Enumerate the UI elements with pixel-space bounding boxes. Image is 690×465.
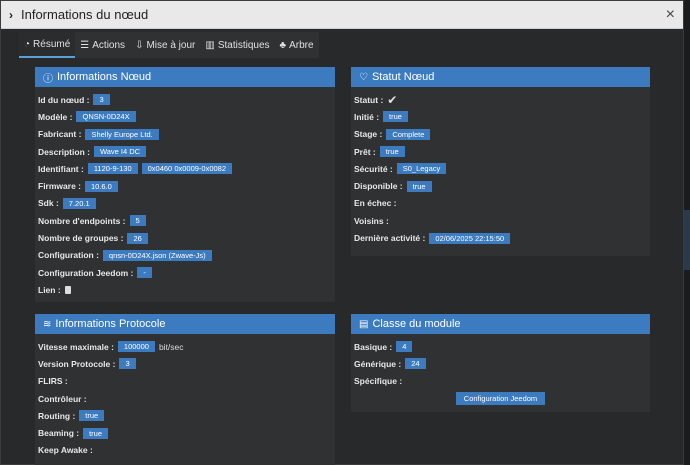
row-flirs: FLIRS :: [38, 376, 68, 387]
modal-title: Informations du nœud: [21, 7, 149, 22]
value-badge: 5: [129, 215, 146, 227]
modal-titlebar: › Informations du nœud ×: [1, 1, 683, 29]
row-model: Modèle : QNSN-0D24X: [38, 108, 332, 125]
tab-actions[interactable]: ☰ Actions: [75, 32, 130, 58]
download-icon: ⇩: [135, 39, 144, 51]
module-class-panel: ▤ Classe du module Basique :4 Générique …: [351, 314, 650, 412]
row-failed: En échec :: [354, 198, 397, 209]
value-badge: true: [83, 427, 109, 439]
value-badge: 26: [127, 232, 148, 244]
row-identifier: Identifiant :1120-9-130 0x0460 0x0009-0x0…: [38, 160, 332, 177]
value-badge: Shelly Europe Ltd.: [85, 128, 159, 140]
value-badge: Complete: [386, 128, 431, 140]
node-info-modal: › Informations du nœud × ◔ Résumé ☰ Acti…: [0, 0, 684, 465]
row-configuration: Configuration : qnsn-0D24X.json (Zwave-Js…: [38, 247, 332, 264]
panel-header: ≋ Informations Protocole: [35, 314, 335, 334]
value-badge: 1120-9-130: [87, 163, 138, 175]
wifi-icon: ≋: [43, 318, 52, 330]
value-badge: true: [79, 410, 105, 422]
info-icon: ⓘ: [43, 73, 53, 85]
panel-header: ⓘ Informations Nœud: [35, 67, 335, 87]
value-badge: QNSN-0D24X: [76, 111, 136, 123]
row-groups: Nombre de groupes :26: [38, 229, 332, 246]
tab-tree[interactable]: ♣ Arbre: [275, 32, 319, 58]
row-keep-awake: Keep Awake :: [38, 445, 93, 456]
row-node-id: Id du nœud :3: [38, 91, 332, 108]
row-security: Sécurité : S0_Legacy: [354, 160, 647, 177]
clipboard-icon: ▤: [359, 318, 369, 330]
row-available: Disponible : true: [354, 177, 647, 194]
row-last-activity: Dernière activité :02/06/2025 22:15:50: [354, 229, 647, 246]
row-endpoints: Nombre d'endpoints :5: [38, 212, 332, 229]
row-routing: Routing : true: [38, 407, 332, 424]
tab-resume[interactable]: ◔ Résumé: [19, 32, 76, 58]
value-badge: qnsn-0D24X.json (Zwave-Js): [102, 249, 212, 261]
value-badge: true: [406, 180, 432, 192]
tab-statistics[interactable]: ▥ Statistiques: [200, 32, 274, 58]
row-initiated: Initié : true: [354, 108, 647, 125]
close-icon[interactable]: ×: [666, 6, 675, 24]
row-link: Lien :: [38, 281, 332, 298]
value-badge: 100000: [117, 341, 155, 353]
row-neighbors: Voisins :: [354, 215, 389, 226]
tab-label: Actions: [92, 39, 126, 51]
panel-header: ▤ Classe du module: [351, 314, 650, 334]
document-icon[interactable]: [64, 285, 71, 294]
chart-icon: ▥: [205, 39, 215, 51]
row-manufacturer: Fabricant : Shelly Europe Ltd.: [38, 126, 332, 143]
value-badge: true: [379, 146, 405, 158]
value-badge: 0x0460 0x0009-0x0082: [141, 163, 233, 175]
row-generic: Générique :24: [354, 355, 647, 372]
row-max-speed: Vitesse maximale :100000 bit/sec: [38, 341, 184, 353]
tab-bar: ◔ Résumé ☰ Actions ⇩ Mise à jour ▥ Stati…: [19, 32, 319, 58]
row-specific: Spécifique :: [354, 376, 403, 387]
value-badge: 10.6.0: [85, 180, 118, 192]
row-stage: Stage : Complete: [354, 126, 647, 143]
unit-label: bit/sec: [158, 341, 184, 352]
value-badge: 3: [93, 94, 110, 106]
chevron-right-icon: ›: [9, 7, 13, 22]
value-badge: S0_Legacy: [396, 163, 447, 175]
tab-update[interactable]: ⇩ Mise à jour: [130, 32, 200, 58]
panel-title: Informations Protocole: [55, 318, 166, 330]
row-sdk: Sdk :7.20.1: [38, 195, 332, 212]
button-row: Configuration Jeedom: [354, 390, 647, 407]
node-info-panel: ⓘ Informations Nœud Id du nœud :3 Modèle…: [35, 67, 335, 302]
heartbeat-icon: ♡: [359, 71, 368, 83]
panel-header: ♡ Statut Nœud: [351, 67, 650, 87]
tab-label: Mise à jour: [146, 39, 196, 51]
value-badge: true: [383, 111, 408, 123]
protocol-info-panel: ≋ Informations Protocole Vitesse maximal…: [35, 314, 335, 465]
value-badge: 02/06/2025 22:15:50: [429, 232, 511, 244]
node-status-panel: ♡ Statut Nœud Statut : ✔ Initié : true Sta…: [351, 67, 650, 256]
backdrop-strip: [684, 210, 690, 270]
check-icon: ✔: [387, 92, 398, 107]
panel-title: Informations Nœud: [57, 71, 152, 83]
value-badge: 7.20.1: [62, 197, 96, 209]
row-jeedom-configuration: Configuration Jeedom :-: [38, 264, 332, 281]
value-badge: -: [137, 267, 152, 279]
row-controller: Contrôleur :: [38, 393, 87, 404]
row-ready: Prêt : true: [354, 143, 647, 160]
value-badge: 3: [119, 358, 136, 370]
tree-icon: ♣: [279, 39, 287, 51]
row-status: Statut : ✔: [354, 92, 398, 107]
value-badge: Wave I4 DC: [93, 146, 147, 158]
tab-label: Statistiques: [217, 39, 270, 51]
value-badge: 24: [405, 358, 426, 370]
panel-title: Classe du module: [372, 318, 461, 330]
row-basic: Basique :4: [354, 338, 647, 355]
row-description: Description : Wave I4 DC: [38, 143, 332, 160]
tab-label: Résumé: [33, 38, 71, 50]
row-beaming: Beaming : true: [38, 424, 332, 441]
panel-title: Statut Nœud: [371, 71, 435, 83]
value-badge: 4: [396, 341, 413, 353]
list-icon: ☰: [80, 39, 90, 51]
row-firmware: Firmware :10.6.0: [38, 177, 332, 194]
tab-label: Arbre: [289, 39, 314, 51]
gauge-icon: ◔: [24, 38, 31, 50]
row-protocol-version: Version Protocole :3: [38, 355, 332, 372]
jeedom-configuration-button[interactable]: Configuration Jeedom: [455, 392, 546, 406]
